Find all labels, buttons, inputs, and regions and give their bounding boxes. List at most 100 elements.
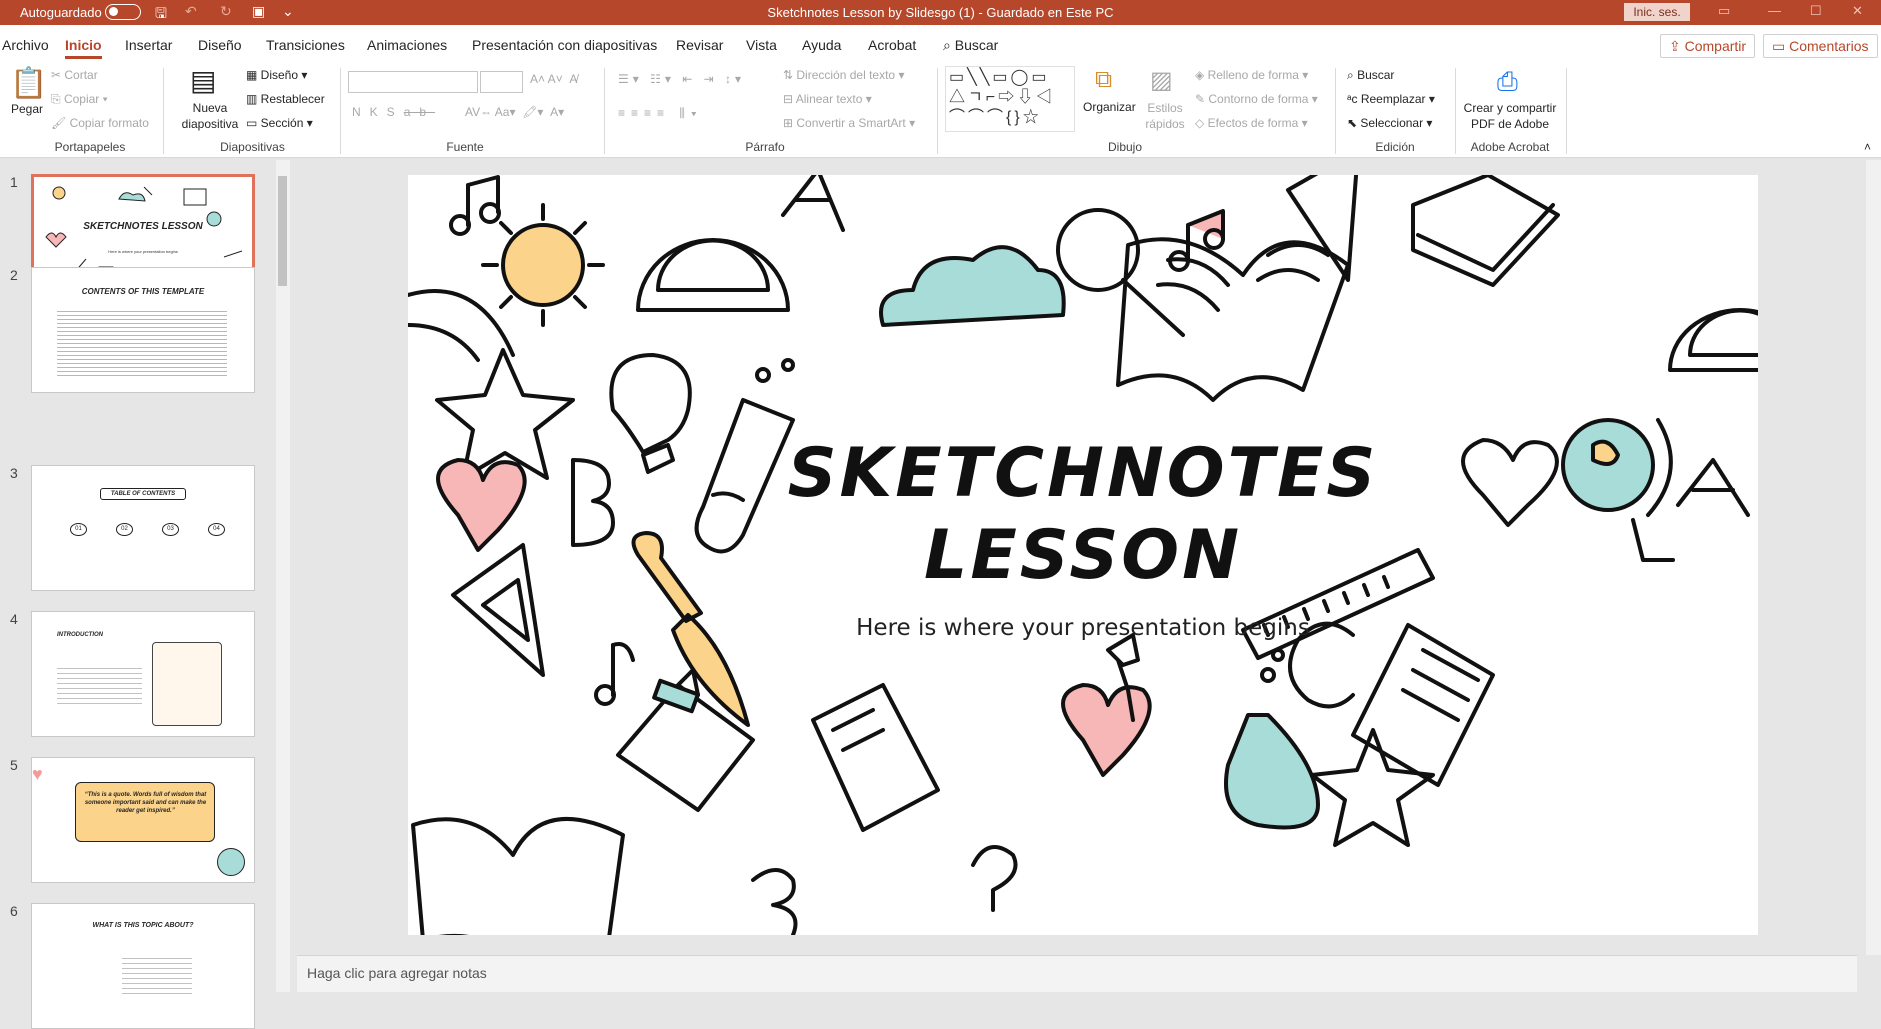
collapse-ribbon-icon[interactable]: ˄ — [1864, 140, 1871, 154]
ribbon-display-icon[interactable]: ▭ — [1718, 3, 1730, 19]
new-slide-icon[interactable]: ▤ — [190, 64, 216, 97]
quick-styles-icon[interactable]: ▨ — [1150, 66, 1173, 95]
shooting-star-trail — [408, 289, 515, 362]
select-button[interactable]: ⬉ Seleccionar ▾ — [1347, 116, 1432, 130]
comments-button[interactable]: ▭ Comentarios — [1763, 34, 1878, 58]
tab-ayuda[interactable]: Ayuda — [802, 37, 841, 53]
thumbnails-scrollbar[interactable] — [276, 160, 290, 992]
align-text-button[interactable]: ⊟ Alinear texto ▾ — [783, 92, 872, 106]
minimize-icon[interactable]: — — [1768, 3, 1781, 18]
slide-title-line1: SKETCHNOTES — [787, 434, 1379, 513]
font-spacing-buttons[interactable]: AV⇔ Aa▾ 🖍▾ A▾ — [465, 105, 564, 119]
shape-outline-button[interactable]: ✎ Contorno de forma ▾ — [1195, 92, 1318, 106]
reset-button[interactable]: ▥ Restablecer — [246, 92, 325, 106]
heart-doodle — [1061, 683, 1152, 777]
layout-button[interactable]: ▦ Diseño ▾ — [246, 68, 307, 82]
search-box[interactable]: ⌕ Buscar — [943, 37, 998, 54]
current-slide[interactable]: SKETCHNOTES LESSON Here is where your pr… — [408, 175, 1758, 935]
font-format-buttons[interactable]: NKSab — [352, 105, 435, 119]
thumb-body-text — [122, 954, 192, 994]
editor-scrollbar[interactable] — [1866, 160, 1881, 955]
replace-button[interactable]: ᵃc Reemplazar ▾ — [1347, 92, 1435, 106]
paste-icon[interactable]: 📋 — [10, 66, 47, 101]
slide-thumbnails-pane: 1 SKETCHNOTES LESSON Here is where your … — [0, 160, 297, 1029]
notes-pane[interactable]: Haga clic para agregar notas — [297, 955, 1857, 992]
slide-thumbnail-3[interactable]: TABLE OF CONTENTS 01 02 03 04 — [31, 465, 255, 591]
cut-button[interactable]: ✂ Cortar — [51, 68, 98, 82]
tab-inicio[interactable]: Inicio — [65, 37, 102, 59]
paper-doodle — [811, 683, 940, 832]
pdf-share-icon[interactable]: ⎙ — [1497, 66, 1518, 98]
maximize-icon[interactable]: ☐ — [1810, 3, 1822, 19]
group-label-clipboard: Portapapeles — [54, 140, 126, 154]
group-label-slides: Diapositivas — [220, 140, 285, 154]
slide-title-line2: LESSON — [923, 516, 1243, 595]
toc-number: 02 — [116, 523, 133, 536]
thumb-title: CONTENTS OF THIS TEMPLATE — [81, 287, 205, 296]
thumb-title: SKETCHNOTES LESSON — [83, 221, 203, 232]
group-label-paragraph: Párrafo — [745, 140, 785, 154]
toc-number: 01 — [70, 523, 87, 536]
smartart-button[interactable]: ⊞ Convertir a SmartArt ▾ — [783, 116, 915, 130]
thumb-number: 4 — [10, 611, 18, 627]
slide-title[interactable]: SKETCHNOTES LESSON — [408, 433, 1758, 597]
thumb-number: 2 — [10, 267, 18, 283]
paste-button[interactable]: Pegar — [11, 102, 43, 116]
shape-fill-button[interactable]: ◈ Relleno de forma ▾ — [1195, 68, 1308, 82]
closed-book-doodle — [1411, 175, 1560, 287]
thumb-title: WHAT IS THIS TOPIC ABOUT? — [92, 922, 194, 929]
thumb-number: 5 — [10, 757, 18, 773]
globe-icon — [217, 848, 245, 876]
tab-animaciones[interactable]: Animaciones — [367, 37, 447, 53]
slide-thumbnail-2[interactable]: CONTENTS OF THIS TEMPLATE — [31, 267, 255, 393]
create-pdf-button[interactable]: Crear y compartir PDF de Adobe — [1462, 100, 1558, 132]
thumb-body-text — [57, 308, 227, 378]
arrange-icon[interactable]: ⧉ — [1095, 66, 1112, 94]
group-label-font: Fuente — [446, 140, 484, 154]
tab-presentacion[interactable]: Presentación con diapositivas — [472, 37, 657, 53]
flask-doodle — [1224, 713, 1320, 830]
thumb-title: TABLE OF CONTENTS — [100, 488, 186, 500]
open-book-doodle — [1116, 237, 1350, 402]
share-button[interactable]: ⇪ Compartir — [1660, 34, 1756, 58]
tab-acrobat[interactable]: Acrobat — [868, 37, 916, 53]
tab-revisar[interactable]: Revisar — [676, 37, 723, 53]
arrange-button[interactable]: Organizar — [1083, 100, 1136, 114]
alignment-buttons[interactable]: ≡≡≡≡ ⫼▾ — [618, 106, 703, 121]
find-button[interactable]: ⌕ Buscar — [1347, 68, 1394, 83]
copy-button[interactable]: ⎘ Copiar ▾ — [51, 92, 108, 107]
list-buttons[interactable]: ☰▾ ☷▾ ⇤ ⇥ ↕▾ — [618, 72, 745, 86]
quick-styles-button[interactable]: Estilos rápidos — [1140, 100, 1190, 132]
group-label-editing: Edición — [1375, 140, 1415, 154]
section-button[interactable]: ▭ Sección ▾ — [246, 116, 313, 130]
slide-thumbnail-5[interactable]: ♥ “This is a quote. Words full of wisdom… — [31, 757, 255, 883]
search-icon: ⌕ — [1347, 68, 1354, 82]
slide-thumbnail-6[interactable]: WHAT IS THIS TOPIC ABOUT? — [31, 903, 255, 1029]
thumb-body-text — [57, 664, 142, 704]
toc-number: 04 — [208, 523, 225, 536]
letter-a-doodle — [781, 175, 845, 232]
slide-thumbnail-4[interactable]: INTRODUCTION — [31, 611, 255, 737]
sun-doodle — [481, 203, 605, 327]
text-direction-button[interactable]: ⇅ Dirección del texto ▾ — [783, 68, 904, 82]
tab-archivo[interactable]: Archivo — [2, 37, 49, 53]
signin-button[interactable]: Inic. ses. — [1624, 3, 1690, 21]
font-size-input[interactable] — [480, 71, 523, 93]
tab-diseno[interactable]: Diseño — [198, 37, 242, 53]
new-slide-button[interactable]: Nueva diapositiva — [175, 100, 245, 132]
tab-vista[interactable]: Vista — [746, 37, 777, 53]
font-size-grow-buttons[interactable]: A˄ A˅ A̸ — [530, 72, 577, 86]
close-icon[interactable]: ✕ — [1852, 3, 1863, 19]
tab-insertar[interactable]: Insertar — [125, 37, 172, 53]
format-painter-button[interactable]: 🖌 Copiar formato — [51, 116, 149, 130]
number-3-doodle — [751, 868, 798, 935]
shape-effects-button[interactable]: ◇ Efectos de forma ▾ — [1195, 116, 1308, 130]
shapes-gallery[interactable]: ▭╲╲▭◯▭ △ㄱ⌐⇨⇩◁ ⌒⌒⌒{}☆ — [945, 66, 1075, 132]
slide-subtitle[interactable]: Here is where your presentation begins — [408, 615, 1758, 641]
set-square-doodle — [1286, 175, 1359, 282]
tab-transiciones[interactable]: Transiciones — [266, 37, 345, 53]
cloud-doodle — [879, 245, 1066, 327]
title-bar: Autoguardado 🖫 ↶ ↻ ▣ ⌄ Sketchnotes Lesso… — [0, 0, 1881, 25]
thumb-illustration — [152, 642, 222, 726]
font-name-input[interactable] — [348, 71, 478, 93]
